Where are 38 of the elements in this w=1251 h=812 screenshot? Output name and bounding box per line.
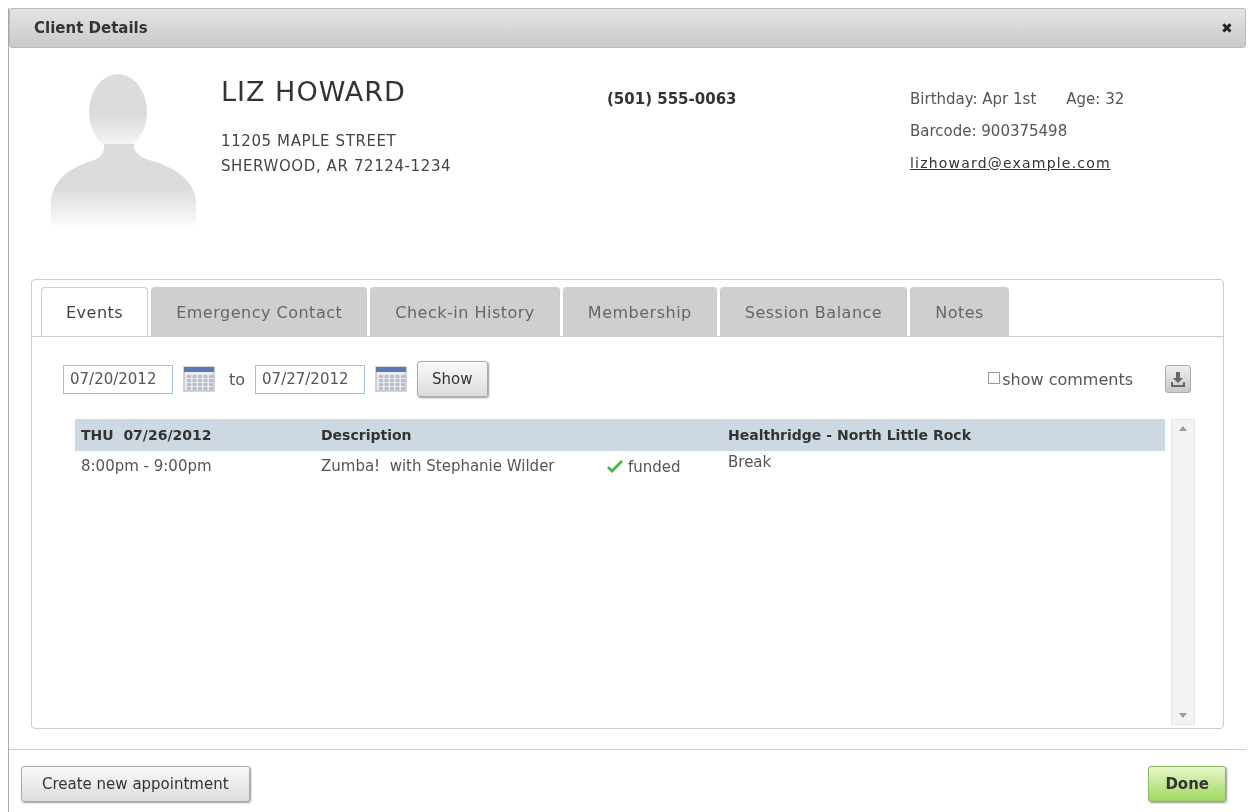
location-header: Healthridge - North Little Rock [728, 427, 972, 443]
scroll-down-icon[interactable] [1179, 713, 1187, 718]
show-button[interactable]: Show [417, 361, 488, 397]
end-date-field[interactable]: 07/27/2012 [255, 364, 366, 394]
table-cell-text: Break [728, 452, 773, 473]
create-appointment-button[interactable]: Create new appointment [21, 766, 250, 802]
scrollbar[interactable] [1171, 419, 1195, 725]
email-link[interactable]: lizhoward@example.com [910, 155, 1111, 171]
birthday-text: Birthday: Apr 1st [910, 90, 1037, 108]
calendar-icon[interactable] [183, 366, 215, 392]
table-cell-text: Zumba! with Stephanie Wilder [321, 456, 556, 477]
column-header: Description [321, 427, 413, 443]
checkbox-label[interactable]: show comments [1002, 369, 1133, 389]
checkbox[interactable] [988, 371, 1001, 384]
download-button[interactable] [1165, 365, 1191, 393]
range-separator: to [229, 369, 246, 389]
tab[interactable]: Membership [562, 287, 717, 336]
age-text: Age: 32 [1066, 90, 1125, 108]
barcode-text: Barcode: 900375498 [910, 122, 1069, 140]
address-line: SHERWOOD, AR 72124-1234 [221, 156, 453, 177]
tab[interactable]: Emergency Contact [151, 287, 368, 336]
date-header: THU 07/26/2012 [81, 427, 213, 443]
phone-number: (501) 555-0063 [607, 89, 738, 110]
window-title: Client Details [34, 19, 148, 37]
calendar-icon[interactable] [375, 366, 408, 392]
scroll-up-icon[interactable] [1179, 426, 1187, 431]
status-text: funded [628, 458, 681, 476]
done-button[interactable]: Done [1148, 766, 1226, 802]
tab[interactable]: Check-in History [370, 287, 560, 336]
tab[interactable]: Notes [910, 287, 1009, 336]
tab[interactable]: Session Balance [719, 287, 908, 336]
download-icon [1171, 371, 1185, 387]
start-date-field[interactable]: 07/20/2012 [63, 364, 173, 394]
address-line: 11205 MAPLE STREET [221, 131, 398, 152]
tab[interactable]: Events [41, 287, 149, 336]
close-button[interactable]: ✖ [1219, 18, 1235, 38]
table-cell-text: 8:00pm - 9:00pm [81, 456, 213, 477]
client-name: LIZ HOWARD [221, 76, 407, 107]
